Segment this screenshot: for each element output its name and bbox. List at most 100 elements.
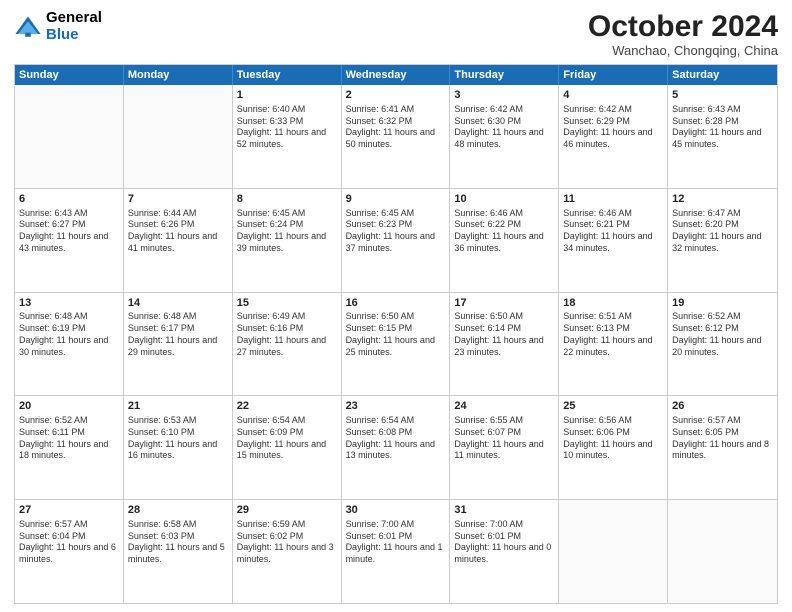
logo-text: General Blue (46, 10, 102, 43)
cell-info: Sunrise: 6:54 AM Sunset: 6:09 PM Dayligh… (237, 415, 337, 462)
cal-cell: 25Sunrise: 6:56 AM Sunset: 6:06 PM Dayli… (559, 396, 668, 499)
cal-cell: 15Sunrise: 6:49 AM Sunset: 6:16 PM Dayli… (233, 293, 342, 396)
header: General Blue October 2024 Wanchao, Chong… (14, 10, 778, 58)
day-number: 21 (128, 399, 228, 414)
day-number: 5 (672, 88, 773, 103)
title-block: October 2024 Wanchao, Chongqing, China (588, 10, 778, 58)
cal-cell: 7Sunrise: 6:44 AM Sunset: 6:26 PM Daylig… (124, 189, 233, 292)
calendar-header-row: SundayMondayTuesdayWednesdayThursdayFrid… (15, 65, 777, 85)
cal-week-4: 20Sunrise: 6:52 AM Sunset: 6:11 PM Dayli… (15, 395, 777, 499)
cal-cell: 6Sunrise: 6:43 AM Sunset: 6:27 PM Daylig… (15, 189, 124, 292)
cell-info: Sunrise: 6:50 AM Sunset: 6:14 PM Dayligh… (454, 311, 554, 358)
cal-header-sunday: Sunday (15, 65, 124, 85)
cal-cell: 5Sunrise: 6:43 AM Sunset: 6:28 PM Daylig… (668, 85, 777, 188)
cal-header-thursday: Thursday (450, 65, 559, 85)
logo: General Blue (14, 10, 102, 43)
cell-info: Sunrise: 6:45 AM Sunset: 6:23 PM Dayligh… (346, 208, 446, 255)
calendar: SundayMondayTuesdayWednesdayThursdayFrid… (14, 64, 778, 604)
cal-cell: 2Sunrise: 6:41 AM Sunset: 6:32 PM Daylig… (342, 85, 451, 188)
cell-info: Sunrise: 6:52 AM Sunset: 6:12 PM Dayligh… (672, 311, 773, 358)
calendar-body: 1Sunrise: 6:40 AM Sunset: 6:33 PM Daylig… (15, 85, 777, 603)
month-title: October 2024 (588, 10, 778, 43)
day-number: 26 (672, 399, 773, 414)
logo-general: General (46, 10, 102, 27)
cal-cell (668, 500, 777, 603)
day-number: 4 (563, 88, 663, 103)
generalblue-icon (14, 13, 42, 41)
cell-info: Sunrise: 6:46 AM Sunset: 6:21 PM Dayligh… (563, 208, 663, 255)
day-number: 1 (237, 88, 337, 103)
cal-cell: 31Sunrise: 7:00 AM Sunset: 6:01 PM Dayli… (450, 500, 559, 603)
cell-info: Sunrise: 6:43 AM Sunset: 6:28 PM Dayligh… (672, 104, 773, 151)
cell-info: Sunrise: 6:57 AM Sunset: 6:04 PM Dayligh… (19, 519, 119, 566)
cal-week-5: 27Sunrise: 6:57 AM Sunset: 6:04 PM Dayli… (15, 499, 777, 603)
cal-header-wednesday: Wednesday (342, 65, 451, 85)
day-number: 19 (672, 296, 773, 311)
cal-cell: 30Sunrise: 7:00 AM Sunset: 6:01 PM Dayli… (342, 500, 451, 603)
cal-header-friday: Friday (559, 65, 668, 85)
location: Wanchao, Chongqing, China (588, 43, 778, 58)
cal-cell: 19Sunrise: 6:52 AM Sunset: 6:12 PM Dayli… (668, 293, 777, 396)
cal-cell (124, 85, 233, 188)
day-number: 25 (563, 399, 663, 414)
cell-info: Sunrise: 6:51 AM Sunset: 6:13 PM Dayligh… (563, 311, 663, 358)
cell-info: Sunrise: 6:40 AM Sunset: 6:33 PM Dayligh… (237, 104, 337, 151)
day-number: 2 (346, 88, 446, 103)
cell-info: Sunrise: 6:41 AM Sunset: 6:32 PM Dayligh… (346, 104, 446, 151)
day-number: 12 (672, 192, 773, 207)
cal-cell: 21Sunrise: 6:53 AM Sunset: 6:10 PM Dayli… (124, 396, 233, 499)
cal-header-tuesday: Tuesday (233, 65, 342, 85)
day-number: 3 (454, 88, 554, 103)
cal-cell (559, 500, 668, 603)
cell-info: Sunrise: 6:46 AM Sunset: 6:22 PM Dayligh… (454, 208, 554, 255)
day-number: 9 (346, 192, 446, 207)
day-number: 8 (237, 192, 337, 207)
cell-info: Sunrise: 6:54 AM Sunset: 6:08 PM Dayligh… (346, 415, 446, 462)
day-number: 6 (19, 192, 119, 207)
cal-cell: 18Sunrise: 6:51 AM Sunset: 6:13 PM Dayli… (559, 293, 668, 396)
day-number: 13 (19, 296, 119, 311)
cal-cell: 16Sunrise: 6:50 AM Sunset: 6:15 PM Dayli… (342, 293, 451, 396)
cal-header-saturday: Saturday (668, 65, 777, 85)
cal-cell: 29Sunrise: 6:59 AM Sunset: 6:02 PM Dayli… (233, 500, 342, 603)
day-number: 31 (454, 503, 554, 518)
cal-cell: 20Sunrise: 6:52 AM Sunset: 6:11 PM Dayli… (15, 396, 124, 499)
day-number: 14 (128, 296, 228, 311)
cal-week-2: 6Sunrise: 6:43 AM Sunset: 6:27 PM Daylig… (15, 188, 777, 292)
cal-cell: 26Sunrise: 6:57 AM Sunset: 6:05 PM Dayli… (668, 396, 777, 499)
day-number: 28 (128, 503, 228, 518)
cal-cell: 8Sunrise: 6:45 AM Sunset: 6:24 PM Daylig… (233, 189, 342, 292)
day-number: 11 (563, 192, 663, 207)
cell-info: Sunrise: 6:48 AM Sunset: 6:19 PM Dayligh… (19, 311, 119, 358)
day-number: 23 (346, 399, 446, 414)
day-number: 18 (563, 296, 663, 311)
cal-cell: 1Sunrise: 6:40 AM Sunset: 6:33 PM Daylig… (233, 85, 342, 188)
cell-info: Sunrise: 6:50 AM Sunset: 6:15 PM Dayligh… (346, 311, 446, 358)
cell-info: Sunrise: 6:43 AM Sunset: 6:27 PM Dayligh… (19, 208, 119, 255)
logo-blue: Blue (46, 27, 102, 44)
cell-info: Sunrise: 6:42 AM Sunset: 6:30 PM Dayligh… (454, 104, 554, 151)
cal-cell: 27Sunrise: 6:57 AM Sunset: 6:04 PM Dayli… (15, 500, 124, 603)
cal-week-1: 1Sunrise: 6:40 AM Sunset: 6:33 PM Daylig… (15, 85, 777, 188)
cell-info: Sunrise: 7:00 AM Sunset: 6:01 PM Dayligh… (346, 519, 446, 566)
cal-cell: 4Sunrise: 6:42 AM Sunset: 6:29 PM Daylig… (559, 85, 668, 188)
page: General Blue October 2024 Wanchao, Chong… (0, 0, 792, 612)
day-number: 15 (237, 296, 337, 311)
day-number: 17 (454, 296, 554, 311)
cal-week-3: 13Sunrise: 6:48 AM Sunset: 6:19 PM Dayli… (15, 292, 777, 396)
cal-cell: 12Sunrise: 6:47 AM Sunset: 6:20 PM Dayli… (668, 189, 777, 292)
cell-info: Sunrise: 6:55 AM Sunset: 6:07 PM Dayligh… (454, 415, 554, 462)
cal-cell: 10Sunrise: 6:46 AM Sunset: 6:22 PM Dayli… (450, 189, 559, 292)
cal-cell: 17Sunrise: 6:50 AM Sunset: 6:14 PM Dayli… (450, 293, 559, 396)
day-number: 22 (237, 399, 337, 414)
day-number: 20 (19, 399, 119, 414)
day-number: 7 (128, 192, 228, 207)
cal-cell: 3Sunrise: 6:42 AM Sunset: 6:30 PM Daylig… (450, 85, 559, 188)
cell-info: Sunrise: 6:58 AM Sunset: 6:03 PM Dayligh… (128, 519, 228, 566)
cal-cell (15, 85, 124, 188)
cell-info: Sunrise: 6:42 AM Sunset: 6:29 PM Dayligh… (563, 104, 663, 151)
cell-info: Sunrise: 6:44 AM Sunset: 6:26 PM Dayligh… (128, 208, 228, 255)
cell-info: Sunrise: 6:56 AM Sunset: 6:06 PM Dayligh… (563, 415, 663, 462)
cal-cell: 24Sunrise: 6:55 AM Sunset: 6:07 PM Dayli… (450, 396, 559, 499)
cell-info: Sunrise: 6:52 AM Sunset: 6:11 PM Dayligh… (19, 415, 119, 462)
